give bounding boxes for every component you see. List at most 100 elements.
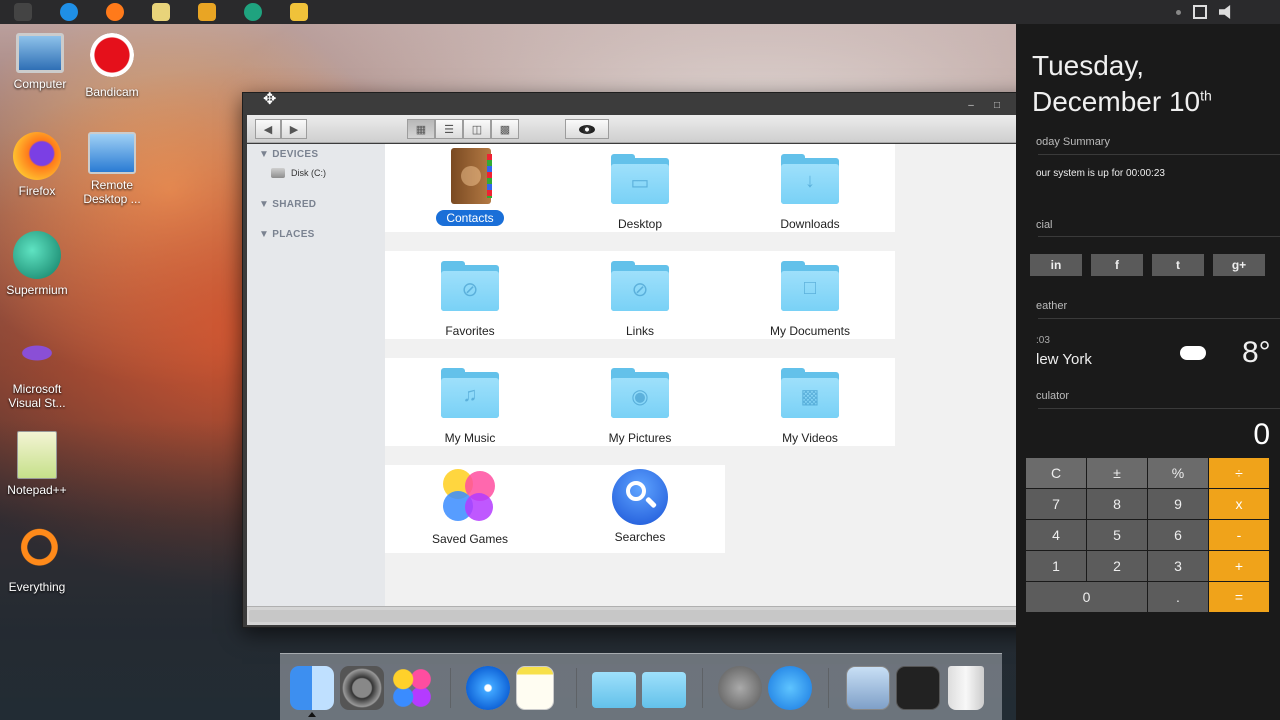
trash-icon[interactable] (948, 666, 984, 710)
desktop-icon-visual-studio[interactable]: Microsoft Visual St... (0, 336, 77, 410)
calc-key-4[interactable]: 4 (1026, 520, 1086, 550)
eye-icon (579, 124, 595, 134)
item-my-documents[interactable]: □ My Documents (745, 261, 875, 340)
calc-key-0[interactable]: 0 (1026, 582, 1147, 612)
calc-key-clear[interactable]: C (1026, 458, 1086, 488)
quick-look-button[interactable] (565, 119, 609, 139)
finder-toolbar: ◀ ▶ ▦ ☰ ◫ ▩ (247, 115, 1035, 143)
column-view-button[interactable]: ◫ (463, 119, 491, 139)
horizontal-scrollbar[interactable] (247, 606, 1035, 625)
calc-key-sign[interactable]: ± (1087, 458, 1147, 488)
desktop-icon-remote-desktop[interactable]: Remote Desktop ... (72, 132, 152, 206)
preview-icon[interactable] (846, 666, 890, 710)
move-cursor-icon: ✥ (263, 91, 277, 108)
linkedin-icon: in (1050, 258, 1062, 272)
desktop-icon-notepad-plus-plus[interactable]: Notepad++ (0, 431, 77, 497)
launchpad-icon[interactable] (718, 666, 762, 710)
search-icon (609, 469, 671, 525)
calc-key-3[interactable]: 3 (1148, 551, 1208, 581)
safari-icon[interactable] (466, 666, 510, 710)
item-favorites[interactable]: ⊘ Favorites (405, 261, 535, 340)
calc-key-multiply[interactable]: x (1209, 489, 1269, 519)
desktop-icon-label: Remote Desktop ... (83, 178, 141, 206)
weather-time: :03 (1036, 335, 1050, 346)
item-searches[interactable]: Searches (575, 469, 705, 546)
item-downloads[interactable]: ↓ Downloads (745, 154, 875, 233)
item-my-music[interactable]: ♫ My Music (405, 368, 535, 447)
record-icon (90, 33, 134, 77)
firefox-icon[interactable] (106, 3, 124, 21)
item-saved-games[interactable]: Saved Games (405, 469, 535, 548)
scrollbar-thumb[interactable] (249, 610, 1019, 622)
facebook-icon: f (1115, 258, 1119, 272)
calc-key-1[interactable]: 1 (1026, 551, 1086, 581)
desktop-icon-bandicam[interactable]: Bandicam (72, 33, 152, 99)
clock[interactable] (1247, 6, 1250, 18)
window-title-bar[interactable]: – □ × ✥ (243, 91, 1037, 115)
system-preferences-icon[interactable] (340, 666, 384, 710)
display-icon[interactable] (1192, 5, 1207, 19)
calc-key-minus[interactable]: - (1209, 520, 1269, 550)
item-my-videos[interactable]: ▩ My Videos (745, 368, 875, 447)
twitter-button[interactable]: t (1152, 254, 1204, 276)
icon-view-button[interactable]: ▦ (407, 119, 435, 139)
calc-key-2[interactable]: 2 (1087, 551, 1147, 581)
sidebar-section-shared[interactable]: ▼ SHARED (259, 199, 316, 210)
calc-key-5[interactable]: 5 (1087, 520, 1147, 550)
apple-menu-icon[interactable] (14, 3, 32, 21)
item-my-pictures[interactable]: ◉ My Pictures (575, 368, 705, 447)
calc-key-percent[interactable]: % (1148, 458, 1208, 488)
file-explorer-icon[interactable] (152, 3, 170, 21)
desktop-icon-label: Everything (8, 580, 66, 594)
sidebar-section-devices[interactable]: ▼ DEVICES (259, 149, 318, 160)
game-center-icon (439, 469, 501, 521)
weather-city: lew York (1036, 351, 1092, 368)
calc-key-decimal[interactable]: . (1148, 582, 1208, 612)
item-label: Contacts (436, 210, 504, 226)
desktop-icon-computer[interactable]: Computer (0, 33, 80, 91)
item-links[interactable]: ⊘ Links (575, 261, 705, 340)
finder-window[interactable]: – □ × ✥ ◀ ▶ ▦ ☰ ◫ ▩ ▼ DEVICES Disk (C:) … (242, 91, 1038, 628)
visual-studio-icon (13, 336, 61, 370)
calc-key-6[interactable]: 6 (1148, 520, 1208, 550)
calc-key-8[interactable]: 8 (1087, 489, 1147, 519)
item-contacts[interactable]: Contacts (405, 148, 535, 227)
notes-icon[interactable] (516, 666, 554, 710)
calc-key-plus[interactable]: + (1209, 551, 1269, 581)
panel-date-suffix: th (1200, 87, 1212, 104)
desktop-icon-everything[interactable]: Everything (0, 528, 77, 594)
calc-key-divide[interactable]: ÷ (1209, 458, 1269, 488)
dashboard-icon[interactable] (896, 666, 940, 710)
archive-icon[interactable] (290, 3, 308, 21)
monitor-icon (16, 33, 64, 73)
internet-explorer-icon[interactable] (60, 3, 78, 21)
calc-key-equals[interactable]: = (1209, 582, 1269, 612)
desktop-icon-supermium[interactable]: Supermium (0, 231, 77, 297)
calc-key-9[interactable]: 9 (1148, 489, 1208, 519)
maximize-button[interactable]: □ (989, 101, 1005, 112)
social-title: cial (1036, 219, 1053, 231)
back-button[interactable]: ◀ (255, 119, 281, 139)
sidebar-item-disk[interactable]: Disk (C:) (271, 168, 326, 178)
folder-icon[interactable] (592, 672, 636, 708)
linkedin-button[interactable]: in (1030, 254, 1082, 276)
applications-folder-icon[interactable] (642, 672, 686, 708)
tray-dot-icon[interactable] (1175, 9, 1181, 15)
desktop-icon-firefox[interactable]: Firefox (0, 132, 77, 198)
item-label: Saved Games (431, 532, 509, 546)
cover-flow-button[interactable]: ▩ (491, 119, 519, 139)
finder-icon[interactable] (290, 666, 334, 710)
volume-muted-icon[interactable] (1218, 5, 1231, 19)
minimize-button[interactable]: – (963, 101, 979, 112)
media-player-icon[interactable] (198, 3, 216, 21)
app-store-icon[interactable] (768, 666, 812, 710)
game-center-icon[interactable] (390, 666, 434, 710)
sidebar-section-places[interactable]: ▼ PLACES (259, 229, 315, 240)
forward-button[interactable]: ▶ (281, 119, 307, 139)
calc-key-7[interactable]: 7 (1026, 489, 1086, 519)
list-view-button[interactable]: ☰ (435, 119, 463, 139)
item-desktop[interactable]: ▭ Desktop (575, 154, 705, 233)
google-plus-button[interactable]: g+ (1213, 254, 1265, 276)
supermium-icon[interactable] (244, 3, 262, 21)
facebook-button[interactable]: f (1091, 254, 1143, 276)
